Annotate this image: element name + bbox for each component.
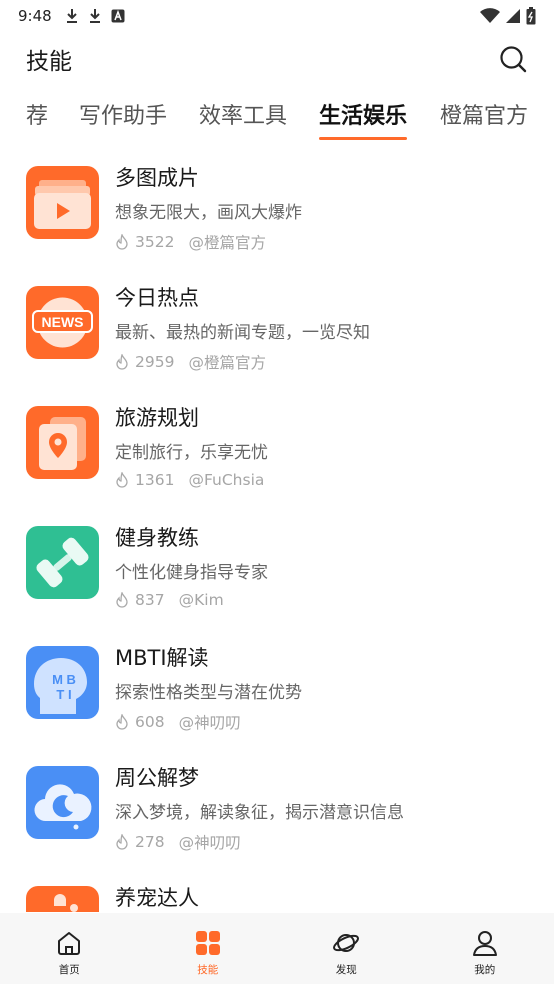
keyboard-a-icon	[111, 9, 125, 23]
nav-label: 技能	[197, 964, 219, 976]
planet-icon	[333, 934, 360, 952]
nav-discover[interactable]: 发现	[277, 913, 416, 984]
battery-icon	[526, 7, 536, 25]
mbti-text-top: M B	[52, 672, 76, 687]
usage-count: 3522	[135, 233, 175, 251]
skill-item[interactable]: 周公解梦 深入梦境，解读象征，揭示潜意识信息 278 @神叨叨	[0, 752, 554, 872]
download-icon	[66, 9, 77, 23]
skill-item[interactable]: 旅游规划 定制旅行，乐享无忧 1361 @FuChsia	[0, 392, 554, 512]
author-name: @橙篇官方	[188, 234, 266, 252]
video-play-icon	[26, 166, 99, 239]
skill-description: 个性化健身指导专家	[115, 563, 268, 583]
tab-label: 生活娱乐	[319, 104, 408, 129]
tab-recommend[interactable]: 荐	[26, 96, 48, 142]
usage-count: 278	[135, 833, 165, 851]
nav-label: 发现	[335, 964, 357, 976]
status-left: 9:48	[18, 7, 125, 25]
nav-label: 我的	[474, 964, 496, 976]
status-bar: 9:48	[0, 0, 554, 32]
author-name: @FuChsia	[188, 471, 265, 489]
wifi-icon	[480, 8, 500, 23]
flame-icon	[116, 354, 128, 370]
skill-description: 想象无限大，画风大爆炸	[115, 203, 302, 223]
category-tabs: 荐 写作助手 效率工具 生活娱乐 橙篇官方	[0, 96, 554, 146]
news-icon: NEWS	[26, 286, 99, 359]
skill-item[interactable]: M BT I MBTI解读 探索性格类型与潜在优势 608 @神叨叨	[0, 632, 554, 752]
skill-meta: 1361 @FuChsia	[115, 471, 264, 489]
flame-icon	[116, 592, 128, 608]
tab-label: 效率工具	[199, 104, 288, 129]
tab-label: 写作助手	[79, 104, 168, 129]
skill-meta: 837 @Kim	[115, 591, 224, 609]
skill-meta: 3522 @橙篇官方	[115, 231, 266, 253]
usage-count: 837	[135, 591, 165, 609]
mbti-text-bottom: T I	[56, 687, 71, 702]
tab-label: 橙篇官方	[440, 104, 529, 129]
person-icon	[472, 931, 497, 956]
skill-description: 深入梦境，解读象征，揭示潜意识信息	[115, 803, 404, 823]
bottom-nav: 首页 技能 发现 我的	[0, 913, 554, 984]
nav-me[interactable]: 我的	[416, 913, 554, 984]
tab-efficiency-tools[interactable]: 效率工具	[199, 96, 287, 142]
usage-count: 608	[135, 713, 165, 731]
top-bar: 技能	[0, 32, 554, 86]
news-icon-text: NEWS	[42, 314, 84, 330]
skill-title: 多图成片	[115, 166, 199, 190]
download-icon	[89, 9, 100, 23]
usage-count: 1361	[135, 471, 175, 489]
skill-item[interactable]: NEWS 今日热点 最新、最热的新闻专题，一览尽知 2959 @橙篇官方	[0, 272, 554, 392]
usage-count: 2959	[135, 353, 175, 371]
skill-list: 多图成片 想象无限大，画风大爆炸 3522 @橙篇官方 NEWS 今日热点 最新…	[0, 152, 554, 912]
nav-home[interactable]: 首页	[0, 913, 139, 984]
skill-description: 最新、最热的新闻专题，一览尽知	[115, 323, 370, 343]
skill-title: 今日热点	[115, 286, 199, 310]
active-tab-indicator	[319, 137, 408, 140]
flame-icon	[116, 834, 128, 850]
nav-label: 首页	[58, 964, 80, 976]
flame-icon	[116, 234, 128, 250]
skill-title: 养宠达人	[115, 886, 199, 910]
skill-title: 健身教练	[115, 526, 199, 550]
skill-description: 定制旅行，乐享无忧	[115, 443, 268, 463]
skill-description: 探索性格类型与潜在优势	[115, 683, 302, 703]
skill-meta: 608 @神叨叨	[115, 711, 241, 733]
tab-life-entertainment[interactable]: 生活娱乐	[319, 96, 408, 142]
map-pin-icon	[26, 406, 99, 479]
signal-icon	[506, 9, 520, 23]
tab-chengpian-official[interactable]: 橙篇官方	[440, 96, 528, 142]
skill-item[interactable]: 多图成片 想象无限大，画风大爆炸 3522 @橙篇官方	[0, 152, 554, 272]
skill-meta: 2959 @橙篇官方	[115, 351, 266, 373]
tab-label: 荐	[26, 104, 49, 129]
nav-skills[interactable]: 技能	[139, 913, 278, 984]
skill-title: 旅游规划	[115, 406, 199, 430]
flame-icon	[116, 714, 128, 730]
author-name: @Kim	[178, 591, 224, 609]
skill-meta: 278 @神叨叨	[115, 831, 241, 853]
status-right	[480, 7, 536, 25]
pet-icon	[26, 886, 99, 912]
status-time: 9:48	[18, 7, 52, 25]
page-title: 技能	[26, 49, 72, 75]
tab-writing-assistant[interactable]: 写作助手	[79, 96, 167, 142]
mbti-head-icon: M BT I	[26, 646, 99, 719]
skill-item[interactable]: 养宠达人	[0, 872, 554, 912]
author-name: @橙篇官方	[188, 354, 266, 372]
moon-cloud-icon	[26, 766, 99, 839]
flame-icon	[116, 472, 128, 488]
skill-item[interactable]: 健身教练 个性化健身指导专家 837 @Kim	[0, 512, 554, 632]
author-name: @神叨叨	[178, 714, 241, 732]
dumbbell-icon	[26, 526, 99, 599]
skill-title: MBTI解读	[115, 646, 209, 670]
skill-title: 周公解梦	[115, 766, 199, 790]
author-name: @神叨叨	[178, 834, 241, 852]
home-icon	[58, 932, 81, 955]
search-button[interactable]	[498, 44, 528, 74]
search-icon	[500, 46, 527, 73]
skills-grid-icon	[195, 931, 220, 955]
